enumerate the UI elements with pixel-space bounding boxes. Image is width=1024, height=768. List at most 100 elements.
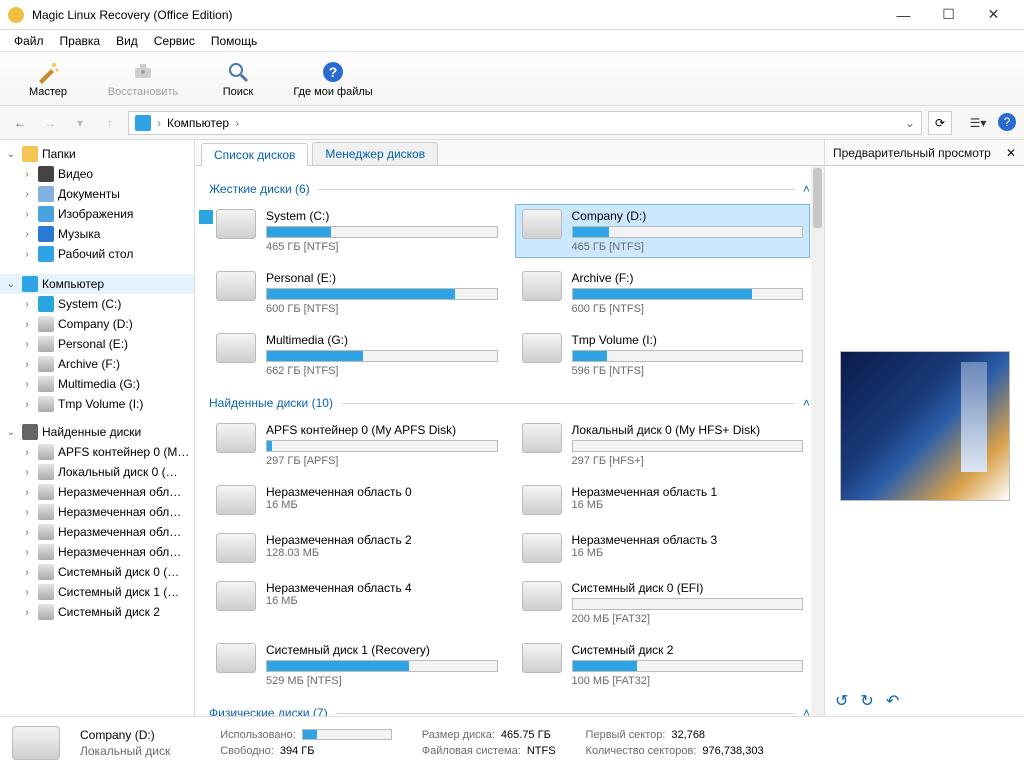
- section-found[interactable]: Найденные диски (10) ˄: [209, 396, 810, 410]
- disk-item[interactable]: Company (D:) 465 ГБ [NTFS]: [515, 204, 811, 258]
- wizard-button[interactable]: Мастер: [8, 55, 88, 103]
- twisty-icon[interactable]: ›: [20, 447, 34, 458]
- view-mode-button[interactable]: ☰▾: [968, 113, 988, 133]
- tree-item[interactable]: ›System (C:): [0, 294, 194, 314]
- tree-item[interactable]: ›Неразмеченная обл…: [0, 522, 194, 542]
- twisty-icon[interactable]: ⌄: [4, 427, 18, 438]
- twisty-icon[interactable]: ⌄: [4, 149, 18, 160]
- twisty-icon[interactable]: ›: [20, 527, 34, 538]
- disk-item[interactable]: Personal (E:) 600 ГБ [NTFS]: [209, 266, 505, 320]
- disk-item[interactable]: Системный диск 0 (EFI) 200 МБ [FAT32]: [515, 576, 811, 630]
- tree-item[interactable]: ⌄Папки: [0, 144, 194, 164]
- close-button[interactable]: ✕: [971, 0, 1016, 30]
- tree-item[interactable]: ›Неразмеченная обл…: [0, 482, 194, 502]
- section-physical[interactable]: Физические диски (7) ˄: [209, 706, 810, 716]
- disk-item[interactable]: Неразмеченная область 3 16 МБ: [515, 528, 811, 568]
- twisty-icon[interactable]: ›: [20, 587, 34, 598]
- tree-item[interactable]: ⌄ Найденные диски: [0, 422, 194, 442]
- breadcrumb-root[interactable]: Компьютер: [167, 116, 229, 130]
- app-icon: [8, 7, 24, 23]
- tree-item[interactable]: ›Неразмеченная обл…: [0, 502, 194, 522]
- twisty-icon[interactable]: ›: [20, 379, 34, 390]
- tree-item[interactable]: ›Локальный диск 0 (…: [0, 462, 194, 482]
- disk-subtitle: 16 МБ: [266, 595, 498, 607]
- tree-item[interactable]: ›Системный диск 1 (…: [0, 582, 194, 602]
- help-button[interactable]: ?: [998, 113, 1016, 131]
- tree-item[interactable]: ›Музыка: [0, 224, 194, 244]
- disk-item[interactable]: Неразмеченная область 1 16 МБ: [515, 480, 811, 520]
- twisty-icon[interactable]: ›: [20, 249, 34, 260]
- twisty-icon[interactable]: ›: [20, 607, 34, 618]
- section-hdd[interactable]: Жесткие диски (6) ˄: [209, 182, 810, 196]
- disk-item[interactable]: Неразмеченная область 0 16 МБ: [209, 480, 505, 520]
- disk-item[interactable]: Системный диск 2 100 МБ [FAT32]: [515, 638, 811, 692]
- menu-help[interactable]: Помощь: [203, 32, 265, 50]
- nav-back[interactable]: ←: [8, 111, 32, 135]
- where-files-button[interactable]: ? Где мои файлы: [278, 55, 388, 103]
- twisty-icon[interactable]: ›: [20, 339, 34, 350]
- menu-view[interactable]: Вид: [108, 32, 146, 50]
- twisty-icon[interactable]: ›: [20, 189, 34, 200]
- tab-disk-manager[interactable]: Менеджер дисков: [312, 142, 438, 165]
- disk-item[interactable]: Archive (F:) 600 ГБ [NTFS]: [515, 266, 811, 320]
- collapse-icon[interactable]: ˄: [803, 182, 810, 196]
- tree[interactable]: ⌄Папки›Видео›Документы›Изображения›Музык…: [0, 140, 194, 716]
- rotate-left-icon[interactable]: ↺: [835, 691, 848, 711]
- twisty-icon[interactable]: ›: [20, 567, 34, 578]
- disk-item[interactable]: Tmp Volume (I:) 596 ГБ [NTFS]: [515, 328, 811, 382]
- disk-item[interactable]: Системный диск 1 (Recovery) 529 МБ [NTFS…: [209, 638, 505, 692]
- maximize-button[interactable]: ☐: [926, 0, 971, 30]
- tree-label: Найденные диски: [42, 425, 141, 439]
- tree-item[interactable]: ›Рабочий стол: [0, 244, 194, 264]
- disk-item[interactable]: System (C:) 465 ГБ [NTFS]: [209, 204, 505, 258]
- tree-item[interactable]: ›Видео: [0, 164, 194, 184]
- reset-icon[interactable]: ↶: [886, 691, 899, 711]
- search-button[interactable]: Поиск: [198, 55, 278, 103]
- breadcrumb[interactable]: › Компьютер › ⌄: [128, 111, 922, 135]
- nav-history-drop[interactable]: ▾: [68, 111, 92, 135]
- twisty-icon[interactable]: ›: [20, 547, 34, 558]
- twisty-icon[interactable]: ›: [20, 209, 34, 220]
- tree-item[interactable]: ›Personal (E:): [0, 334, 194, 354]
- twisty-icon[interactable]: ›: [20, 299, 34, 310]
- rotate-right-icon[interactable]: ↻: [860, 691, 873, 711]
- menu-file[interactable]: Файл: [6, 32, 52, 50]
- disk-item[interactable]: Локальный диск 0 (My HFS+ Disk) 297 ГБ […: [515, 418, 811, 472]
- tree-item[interactable]: ›Company (D:): [0, 314, 194, 334]
- breadcrumb-drop-icon[interactable]: ⌄: [905, 116, 915, 130]
- twisty-icon[interactable]: ⌄: [4, 279, 18, 290]
- twisty-icon[interactable]: ›: [20, 359, 34, 370]
- collapse-icon[interactable]: ˄: [803, 706, 810, 716]
- disk-item[interactable]: Multimedia (G:) 662 ГБ [NTFS]: [209, 328, 505, 382]
- tree-item[interactable]: ›Документы: [0, 184, 194, 204]
- preview-close-icon[interactable]: ✕: [1006, 146, 1016, 160]
- tree-item[interactable]: ›Системный диск 0 (…: [0, 562, 194, 582]
- twisty-icon[interactable]: ›: [20, 487, 34, 498]
- tree-item[interactable]: ›Archive (F:): [0, 354, 194, 374]
- tree-item[interactable]: ›Multimedia (G:): [0, 374, 194, 394]
- twisty-icon[interactable]: ›: [20, 319, 34, 330]
- tree-item[interactable]: ›Неразмеченная обл…: [0, 542, 194, 562]
- scrollbar-thumb[interactable]: [813, 168, 822, 228]
- twisty-icon[interactable]: ›: [20, 169, 34, 180]
- menu-service[interactable]: Сервис: [146, 32, 203, 50]
- twisty-icon[interactable]: ›: [20, 467, 34, 478]
- tree-item[interactable]: ›Tmp Volume (I:): [0, 394, 194, 414]
- twisty-icon[interactable]: ›: [20, 507, 34, 518]
- twisty-icon[interactable]: ›: [20, 229, 34, 240]
- collapse-icon[interactable]: ˄: [803, 396, 810, 410]
- minimize-button[interactable]: —: [881, 0, 926, 30]
- disk-item[interactable]: APFS контейнер 0 (My APFS Disk) 297 ГБ […: [209, 418, 505, 472]
- tree-item[interactable]: ⌄Компьютер: [0, 274, 194, 294]
- disk-item[interactable]: Неразмеченная область 2 128.03 МБ: [209, 528, 505, 568]
- disk-area[interactable]: Жесткие диски (6) ˄ System (C:) 465 ГБ […: [195, 166, 824, 716]
- refresh-button[interactable]: ⟳: [928, 111, 952, 135]
- menu-edit[interactable]: Правка: [52, 32, 109, 50]
- disk-item[interactable]: Неразмеченная область 4 16 МБ: [209, 576, 505, 630]
- scrollbar[interactable]: [811, 166, 824, 716]
- tree-item[interactable]: ›APFS контейнер 0 (M…: [0, 442, 194, 462]
- twisty-icon[interactable]: ›: [20, 399, 34, 410]
- tree-item[interactable]: ›Изображения: [0, 204, 194, 224]
- tree-item[interactable]: ›Системный диск 2: [0, 602, 194, 622]
- tab-disk-list[interactable]: Список дисков: [201, 143, 308, 166]
